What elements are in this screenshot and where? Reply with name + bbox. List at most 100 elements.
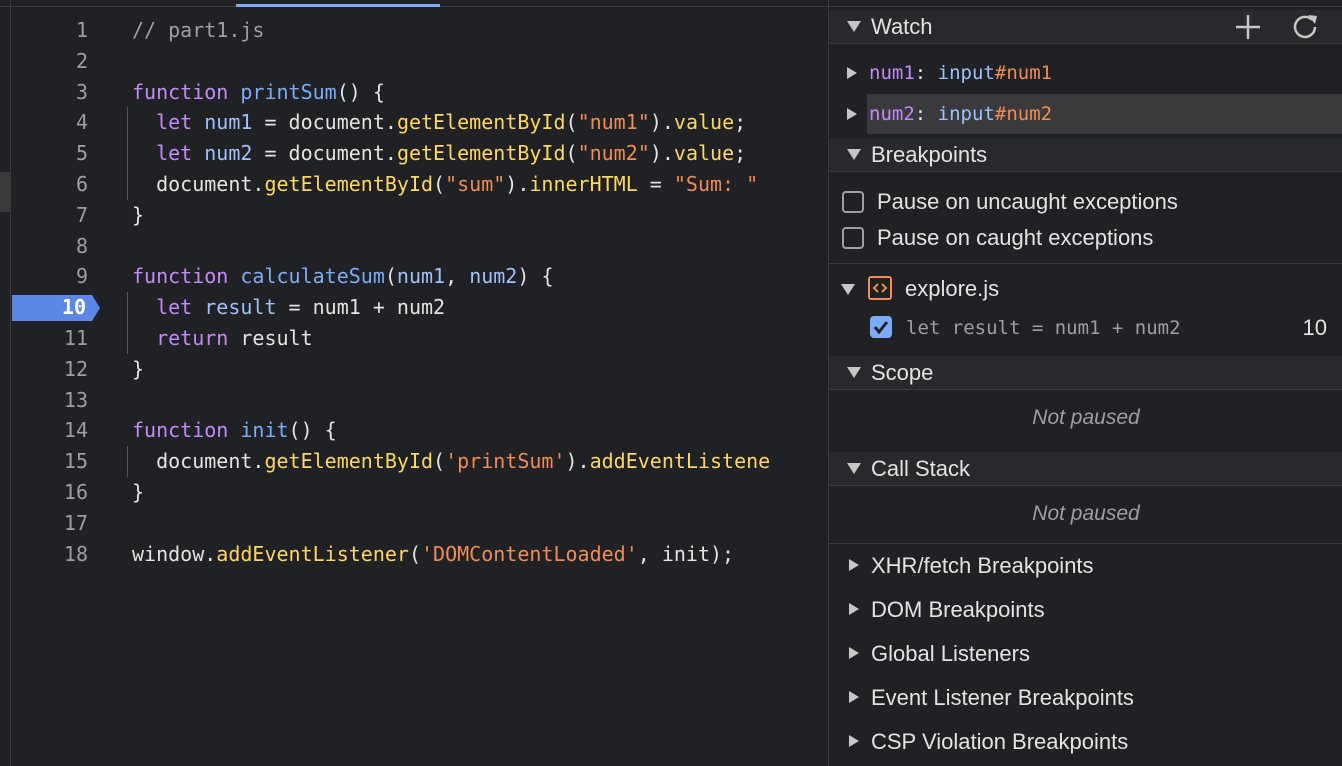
breakpoints-section-header[interactable]: Breakpoints [829, 138, 1342, 172]
line-number[interactable]: 14 [11, 415, 88, 446]
code-line: 8 [0, 231, 828, 262]
code-token: function [132, 264, 229, 289]
code-lines: 1// part1.js 2 3 function printSum() {4 let… [0, 15, 828, 569]
code-token: function [132, 418, 229, 443]
code-text[interactable]: let num2 = document.getElementById("num2… [132, 138, 746, 169]
breakpoint-file-group[interactable]: explore.js [829, 269, 1342, 309]
code-token: } [132, 202, 145, 227]
watch-expression-num2[interactable]: num2: input#num2 [829, 94, 1342, 134]
code-text[interactable]: } [132, 477, 144, 508]
code-line: 15 document.getElementById('printSum').a… [0, 446, 828, 477]
breakpoint-enabled-checkbox[interactable] [870, 316, 892, 338]
call-stack-title: Call Stack [871, 456, 971, 481]
script-file-icon [868, 276, 892, 300]
indent-guide [127, 138, 128, 169]
line-number[interactable]: 1 [11, 15, 88, 46]
dom-breakpoints-header[interactable]: DOM Breakpoints [829, 588, 1342, 632]
code-text[interactable]: function printSum() { [132, 77, 385, 108]
code-line: 14 function init() { [0, 415, 828, 446]
xhr-fetch-breakpoints-header[interactable]: XHR/fetch Breakpoints [829, 544, 1342, 588]
code-line: 3 function printSum() { [0, 77, 828, 108]
code-line: 5 let num2 = document.getElementById("nu… [0, 138, 828, 169]
line-number[interactable]: 15 [11, 446, 88, 477]
code-text[interactable]: window.addEventListener('DOMContentLoade… [132, 539, 734, 570]
pause-uncaught-option[interactable]: Pause on uncaught exceptions [829, 184, 1342, 220]
event-listener-breakpoints-title: Event Listener Breakpoints [871, 685, 1134, 710]
line-number[interactable]: 5 [11, 138, 88, 169]
watch-expression-num1[interactable]: num1: input#num1 [829, 53, 1342, 93]
line-number[interactable]: 18 [11, 539, 88, 570]
checkmark-icon [873, 321, 889, 335]
line-number[interactable]: 7 [11, 200, 88, 231]
watch-section-header[interactable]: Watch [829, 10, 1342, 44]
code-token: , init); [637, 541, 735, 566]
pause-caught-checkbox[interactable] [842, 227, 864, 249]
code-token: let [156, 141, 193, 166]
code-token: } [132, 356, 145, 381]
code-token: document. [132, 171, 265, 196]
pause-uncaught-checkbox[interactable] [842, 191, 864, 213]
pause-caught-option[interactable]: Pause on caught exceptions [829, 220, 1342, 256]
csp-violation-breakpoints-header[interactable]: CSP Violation Breakpoints [829, 720, 1342, 764]
chevron-right-icon [849, 559, 859, 571]
line-number[interactable]: 11 [11, 323, 88, 354]
source-editor[interactable]: 1// part1.js 2 3 function printSum() {4 let… [0, 0, 828, 766]
breakpoint-entry[interactable]: let result = num1 + num2 10 [829, 308, 1342, 348]
code-token: ; [734, 110, 747, 135]
event-listener-breakpoints-header[interactable]: Event Listener Breakpoints [829, 676, 1342, 720]
line-number[interactable]: 3 [11, 77, 88, 108]
line-number[interactable]: 4 [11, 107, 88, 138]
code-text[interactable]: document.getElementById("sum").innerHTML… [132, 169, 758, 200]
code-token: ). [565, 449, 590, 474]
code-text[interactable]: let num1 = document.getElementById("num1… [132, 107, 746, 138]
code-line: 16} [0, 477, 828, 508]
line-number[interactable]: 10 [11, 292, 86, 323]
line-number[interactable]: 6 [11, 169, 88, 200]
code-text[interactable]: } [132, 200, 144, 231]
code-token: document. [132, 449, 265, 474]
code-text[interactable]: } [132, 354, 144, 385]
line-number[interactable]: 9 [11, 261, 88, 292]
code-token: function [132, 79, 229, 104]
code-line: 7} [0, 200, 828, 231]
code-token: value [673, 110, 735, 135]
code-text[interactable]: function init() { [132, 415, 337, 446]
code-line: 4 let num1 = document.getElementById("nu… [0, 107, 828, 139]
line-number[interactable]: 13 [11, 385, 88, 416]
code-token: () { [288, 418, 337, 443]
scope-section-header[interactable]: Scope [829, 356, 1342, 390]
active-tab-indicator [236, 4, 440, 7]
sidebar-top-border [829, 6, 1342, 7]
code-text[interactable]: // part1.js [132, 15, 264, 46]
scope-title: Scope [871, 360, 934, 385]
code-line: 11 return result [0, 322, 828, 354]
line-number[interactable]: 8 [11, 231, 88, 262]
code-token: addEventListene [589, 449, 771, 474]
line-number[interactable]: 2 [11, 46, 88, 77]
plus-icon[interactable] [1233, 12, 1263, 42]
global-listeners-header[interactable]: Global Listeners [829, 632, 1342, 676]
line-number[interactable]: 12 [11, 354, 88, 385]
line-number[interactable]: 16 [11, 477, 88, 508]
code-line: 6 document.getElementById("sum").innerHT… [0, 168, 828, 200]
code-text[interactable]: let result = num1 + num2 [132, 292, 445, 323]
debugger-sidebar: Watch num1: input#num1 num2: input#num2 … [828, 0, 1342, 766]
chevron-down-icon [847, 367, 861, 378]
code-line: 12} [0, 354, 828, 385]
code-token: ( [433, 449, 446, 474]
chevron-right-icon [849, 647, 859, 659]
code-text[interactable]: function calculateSum(num1, num2) { [132, 261, 553, 292]
xhr-fetch-breakpoints-title: XHR/fetch Breakpoints [871, 553, 1094, 578]
chevron-right-icon [849, 735, 859, 747]
code-text[interactable]: return result [132, 323, 313, 354]
code-text[interactable]: document.getElementById('printSum').addE… [132, 446, 770, 477]
line-number[interactable]: 17 [11, 508, 88, 539]
code-token: ( [384, 264, 397, 289]
call-stack-section-header[interactable]: Call Stack [829, 452, 1342, 486]
refresh-icon[interactable] [1291, 12, 1321, 42]
